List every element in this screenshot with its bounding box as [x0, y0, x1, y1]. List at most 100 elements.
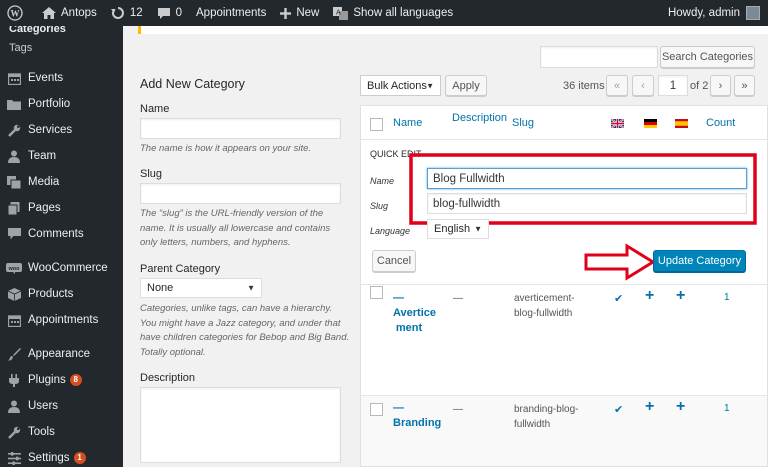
sidebar-item-comments[interactable]: Comments: [0, 222, 123, 246]
search-input[interactable]: [540, 46, 658, 68]
quick-edit-language-select[interactable]: English ▼: [427, 219, 489, 239]
sidebar-item-plugins[interactable]: Plugins 8: [0, 368, 123, 392]
add-translation-plus-icon[interactable]: +: [645, 398, 654, 416]
sidebar-item-pages[interactable]: Pages: [0, 196, 123, 220]
header-divider: [361, 139, 767, 140]
comments-menu[interactable]: 0: [150, 0, 189, 26]
first-page-button[interactable]: «: [606, 75, 628, 96]
wordpress-logo-menu[interactable]: W: [0, 0, 35, 26]
plug-icon: [6, 373, 22, 387]
last-page-button[interactable]: »: [734, 75, 755, 96]
sidebar-item-label: WooCommerce: [28, 262, 108, 274]
settings-update-badge: 1: [73, 452, 86, 464]
submenu-categories[interactable]: Categories: [0, 24, 123, 38]
admin-sidebar: Categories Tags Events Portfolio Service…: [0, 24, 123, 467]
folder-icon: [6, 97, 22, 111]
my-account-menu[interactable]: Howdy, admin: [668, 0, 768, 26]
row-checkbox[interactable]: [370, 286, 383, 299]
sidebar-item-tools[interactable]: Tools: [0, 420, 123, 444]
sidebar-item-products[interactable]: Products: [0, 282, 123, 306]
main-content: Search Categories Add New Category Name …: [123, 26, 768, 467]
name-label: Name: [140, 103, 170, 115]
brush-icon: [6, 347, 22, 361]
category-name-part: —: [393, 292, 404, 304]
sidebar-item-woocommerce[interactable]: woo WooCommerce: [0, 256, 123, 280]
total-pages: of 2: [690, 80, 709, 92]
category-name-link[interactable]: — Branding: [393, 401, 441, 431]
previous-page-button[interactable]: ‹: [632, 75, 654, 96]
admin-notice: [138, 26, 768, 34]
name-hint: The name is how it appears on your site.: [140, 143, 312, 154]
appointments-label: Appointments: [196, 7, 267, 19]
slug-hint-line: name. It is usually all lowercase and co…: [140, 222, 331, 234]
quick-edit-cancel-button[interactable]: Cancel: [372, 250, 416, 272]
parent-category-value: None: [147, 282, 174, 294]
category-name-part: Avertice: [393, 307, 437, 319]
quick-edit-name-label: Name: [370, 176, 395, 186]
chevron-down-icon: ▼: [474, 224, 482, 234]
category-slug: averticement- blog-fullwidth: [514, 291, 575, 321]
new-category-description-textarea[interactable]: [140, 387, 341, 463]
column-header-description[interactable]: Description: [452, 112, 507, 124]
language-label: Show all languages: [353, 7, 454, 19]
site-name: Antops: [61, 7, 97, 19]
sidebar-item-media[interactable]: Media: [0, 170, 123, 194]
sidebar-item-events[interactable]: Events: [0, 66, 123, 90]
current-page-input[interactable]: 1: [658, 75, 688, 96]
calendar-icon: [6, 313, 22, 327]
users-icon: [6, 149, 22, 163]
category-count-link[interactable]: 1: [724, 292, 730, 303]
parent-category-select[interactable]: None ▼: [140, 278, 262, 298]
appointments-menu[interactable]: Appointments: [189, 0, 273, 26]
select-all-checkbox[interactable]: [370, 118, 383, 131]
parent-hint-line: You might have a Jazz category, and unde…: [140, 317, 341, 329]
add-translation-plus-icon[interactable]: +: [676, 398, 685, 416]
sidebar-item-users[interactable]: Users: [0, 394, 123, 418]
updates-menu[interactable]: 12: [104, 0, 150, 26]
category-name-link[interactable]: — Avertice ment: [393, 291, 437, 336]
site-name-menu[interactable]: Antops: [35, 0, 104, 26]
next-page-button[interactable]: ›: [710, 75, 731, 96]
sidebar-item-appointments[interactable]: Appointments: [0, 308, 123, 332]
update-category-button[interactable]: Update Category: [653, 250, 746, 272]
category-description: —: [453, 293, 463, 304]
sidebar-item-settings[interactable]: Settings 1: [0, 446, 123, 467]
category-slug-part: averticement-: [514, 293, 575, 304]
row-checkbox[interactable]: [370, 403, 383, 416]
box-icon: [6, 287, 22, 301]
category-count-link[interactable]: 1: [724, 403, 730, 414]
sidebar-item-team[interactable]: Team: [0, 144, 123, 168]
new-content-menu[interactable]: New: [273, 0, 326, 26]
column-header-name[interactable]: Name: [393, 117, 422, 129]
es-flag-icon: [675, 119, 688, 128]
chevron-down-icon: ▼: [426, 81, 434, 90]
sidebar-item-services[interactable]: Services: [0, 118, 123, 142]
column-header-slug[interactable]: Slug: [512, 117, 534, 129]
add-translation-plus-icon[interactable]: +: [645, 287, 654, 305]
add-translation-plus-icon[interactable]: +: [676, 287, 685, 305]
updates-count: 12: [129, 7, 143, 19]
quick-edit-slug-label: Slug: [370, 201, 389, 211]
bulk-actions-select[interactable]: Bulk Actions ▼: [360, 75, 441, 96]
column-header-count[interactable]: Count: [706, 117, 735, 129]
parent-hint-line: Categories, unlike tags, can have a hier…: [140, 303, 333, 314]
add-category-heading: Add New Category: [140, 77, 245, 91]
language-menu[interactable]: A Show all languages: [326, 0, 460, 26]
description-label: Description: [140, 372, 196, 384]
new-category-slug-input[interactable]: [140, 183, 341, 204]
apply-button[interactable]: Apply: [445, 75, 487, 96]
translation-exists-check-icon[interactable]: ✔: [614, 292, 623, 305]
translation-exists-check-icon[interactable]: ✔: [614, 403, 623, 416]
search-categories-button[interactable]: Search Categories: [660, 46, 755, 68]
submenu-tags[interactable]: Tags: [0, 38, 123, 62]
sidebar-item-portfolio[interactable]: Portfolio: [0, 92, 123, 116]
new-category-name-input[interactable]: [140, 118, 341, 139]
category-slug-part: branding-blog-: [514, 404, 579, 415]
uk-flag-icon: [611, 119, 624, 128]
account-greeting: Howdy, admin: [667, 7, 740, 19]
sidebar-item-appearance[interactable]: Appearance: [0, 342, 123, 366]
sidebar-item-label: Plugins: [28, 374, 66, 386]
quick-edit-language-value: English: [434, 223, 471, 235]
translation-icon: A: [333, 6, 349, 20]
parent-hint: Categories, unlike tags, can have a hier…: [140, 302, 349, 360]
